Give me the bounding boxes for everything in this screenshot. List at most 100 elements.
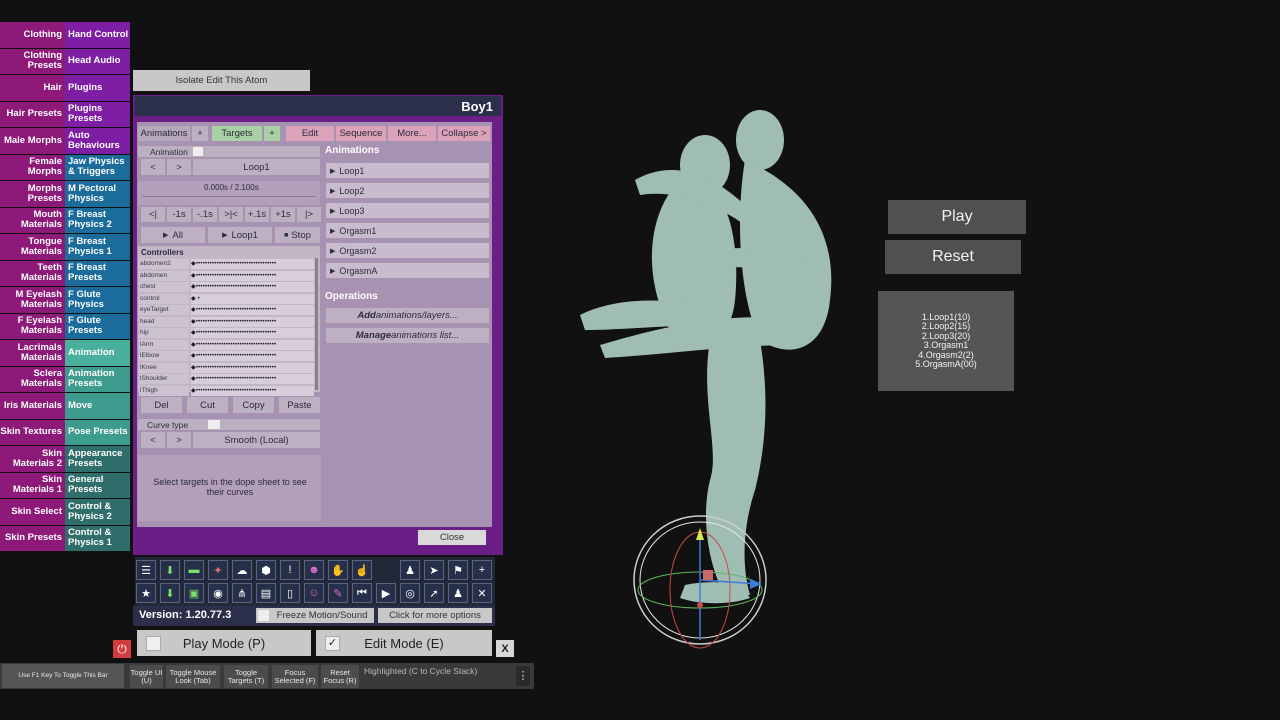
animation-list-item[interactable]: ▶ Loop2 xyxy=(326,183,489,198)
transport-button[interactable]: >|< xyxy=(219,207,243,222)
tab-right-item[interactable]: Jaw Physics & Triggers xyxy=(65,154,130,180)
person-add-icon[interactable]: ☻ xyxy=(304,560,324,580)
tab-left-item[interactable]: Skin Textures xyxy=(0,419,65,445)
tab-left-item[interactable]: Lacrimals Materials xyxy=(0,340,65,366)
transport-button[interactable]: -.1s xyxy=(193,207,217,222)
bar-menu-button[interactable]: ⋮ xyxy=(516,666,530,686)
add-animations-button[interactable]: Add animations/layers... xyxy=(326,308,489,323)
tab-edit[interactable]: Edit xyxy=(286,126,334,141)
animation-list-item[interactable]: ▶ OrgasmA xyxy=(326,263,489,278)
play-icon[interactable]: ▶ xyxy=(376,583,396,603)
edit-button-paste[interactable]: Paste xyxy=(279,397,320,413)
scene-icon[interactable]: ✦ xyxy=(208,560,228,580)
toggle-ui-button[interactable]: Toggle UI (U) xyxy=(130,665,163,688)
more-options-button[interactable]: Click for more options xyxy=(378,608,492,623)
tab-left-item[interactable]: Tongue Materials xyxy=(0,234,65,260)
tab-left-item[interactable]: Skin Materials 1 xyxy=(0,472,65,498)
save-icon[interactable]: ⬇ xyxy=(160,560,180,580)
tab-right-item[interactable]: Auto Behaviours xyxy=(65,128,130,154)
play-loop-button[interactable]: ▶ Loop1 xyxy=(208,227,272,243)
animation-list-item[interactable]: ▶ Loop1 xyxy=(326,163,489,178)
target-icon[interactable]: ◎ xyxy=(400,583,420,603)
tab-right-item[interactable]: Move xyxy=(65,393,130,419)
scene-play-button[interactable]: Play xyxy=(888,200,1026,234)
hand-icon[interactable]: ✋ xyxy=(328,560,348,580)
folder-icon[interactable]: ▬ xyxy=(184,560,204,580)
keyframes[interactable]: ◆••••••••••••••••••••••••••••••••••• xyxy=(191,385,314,396)
animation-list-item[interactable]: ▶ Orgasm1 xyxy=(326,223,489,238)
tab-right-item[interactable]: F Glute Presets xyxy=(65,313,130,339)
cloud-icon[interactable]: ☁ xyxy=(232,560,252,580)
skip-back-icon[interactable]: ⏮ xyxy=(352,583,372,603)
isolate-edit-button[interactable]: Isolate Edit This Atom xyxy=(133,70,310,91)
send-icon[interactable]: ➤ xyxy=(424,560,444,580)
tab-right-item[interactable]: F Breast Physics 2 xyxy=(65,207,130,233)
tab-add-target[interactable]: + xyxy=(264,126,280,141)
document-icon[interactable]: ▯ xyxy=(280,583,300,603)
tab-right-item[interactable]: General Presets xyxy=(65,472,130,498)
current-animation-select[interactable]: Loop1 xyxy=(193,159,320,175)
tab-left-item[interactable]: Iris Materials xyxy=(0,393,65,419)
controller-row[interactable]: lElbow ◆•••••••••••••••••••••••••••••••••… xyxy=(139,351,317,362)
tab-animations[interactable]: Animations xyxy=(138,126,190,141)
power-button[interactable]: ⏻ xyxy=(113,640,131,658)
keyframes[interactable]: ◆••••••••••••••••••••••••••••••••••• xyxy=(191,259,314,269)
person-icon[interactable]: ♟ xyxy=(400,560,420,580)
play-all-button[interactable]: ▶ All xyxy=(141,227,205,243)
next-curve-button[interactable]: > xyxy=(167,432,191,448)
package-icon[interactable]: ⬢ xyxy=(256,560,276,580)
camera-icon[interactable]: ◉ xyxy=(208,583,228,603)
controller-row[interactable]: lShoulder ◆••••••••••••••••••••••••••••••… xyxy=(139,374,317,385)
controller-row[interactable]: lThigh ◆•••••••••••••••••••••••••••••••••… xyxy=(139,385,317,397)
controller-row[interactable]: control ◆ • xyxy=(139,293,317,305)
tab-targets[interactable]: Targets xyxy=(212,126,262,141)
box-icon[interactable]: ▤ xyxy=(256,583,276,603)
tab-right-item[interactable]: Hand Control xyxy=(65,22,130,48)
tab-right-item[interactable]: Pose Presets xyxy=(65,419,130,445)
controller-row[interactable]: hip ◆••••••••••••••••••••••••••••••••••• xyxy=(139,328,317,339)
slider-handle[interactable] xyxy=(193,147,203,156)
keyframes[interactable]: ◆••••••••••••••••••••••••••••••••••• xyxy=(191,282,314,292)
toggle-targets-button[interactable]: Toggle Targets (T) xyxy=(224,665,268,688)
keyframes[interactable]: ◆••••••••••••••••••••••••••••••••••• xyxy=(191,374,314,384)
edit-button-cut[interactable]: Cut xyxy=(187,397,228,413)
transport-button[interactable]: +.1s xyxy=(245,207,269,222)
person-edit-icon[interactable]: ☺ xyxy=(304,583,324,603)
keyframes[interactable]: ◆••••••••••••••••••••••••••••••••••• xyxy=(191,339,314,350)
tab-left-item[interactable]: Clothing Presets xyxy=(0,48,65,74)
manage-animations-button[interactable]: Manage animations list... xyxy=(326,328,489,343)
focus-selected-button[interactable]: Focus Selected (F) xyxy=(272,665,318,688)
edit-button-copy[interactable]: Copy xyxy=(233,397,274,413)
close-ui-button[interactable]: X xyxy=(496,640,514,657)
transport-button[interactable]: +1s xyxy=(271,207,295,222)
tab-right-item[interactable]: Plugins xyxy=(65,75,130,101)
dope-sheet-scrollbar[interactable] xyxy=(315,258,318,390)
plus-icon[interactable]: + xyxy=(472,560,492,580)
tools-icon[interactable]: ✕ xyxy=(472,583,492,603)
tab-right-item[interactable]: Control & Physics 2 xyxy=(65,499,130,525)
tab-left-item[interactable]: Hair xyxy=(0,75,65,101)
transport-button[interactable]: <| xyxy=(141,207,165,222)
alert-icon[interactable]: ! xyxy=(280,560,300,580)
tab-left-item[interactable]: F Eyelash Materials xyxy=(0,313,65,339)
people-icon[interactable]: ♟ xyxy=(448,583,468,603)
reset-focus-button[interactable]: Reset Focus (R) xyxy=(321,665,359,688)
slider-handle[interactable] xyxy=(208,420,220,429)
tab-left-item[interactable]: Clothing xyxy=(0,22,65,48)
tab-left-item[interactable]: Skin Materials 2 xyxy=(0,446,65,472)
toggle-mouse-look-button[interactable]: Toggle Mouse Look (Tab) xyxy=(166,665,220,688)
tab-more[interactable]: More... xyxy=(388,126,436,141)
controller-row[interactable]: abdomen2 ◆•••••••••••••••••••••••••••••••… xyxy=(139,259,317,270)
controller-row[interactable]: abdomen ◆••••••••••••••••••••••••••••••••… xyxy=(139,270,317,282)
keyframes[interactable]: ◆••••••••••••••••••••••••••••••••••• xyxy=(191,328,314,338)
save-alt-icon[interactable]: ⬇ xyxy=(160,583,180,603)
controller-row[interactable]: chest ◆••••••••••••••••••••••••••••••••••… xyxy=(139,282,317,293)
checkbox[interactable] xyxy=(146,636,161,651)
tab-left-item[interactable]: Teeth Materials xyxy=(0,260,65,286)
controller-row[interactable]: lKnee ◆••••••••••••••••••••••••••••••••••… xyxy=(139,362,317,374)
tab-collapse[interactable]: Collapse > xyxy=(438,126,490,141)
animation-list-item[interactable]: ▶ Loop3 xyxy=(326,203,489,218)
flag-icon[interactable]: ⚑ xyxy=(448,560,468,580)
tab-left-item[interactable]: Hair Presets xyxy=(0,101,65,127)
tab-left-item[interactable]: M Eyelash Materials xyxy=(0,287,65,313)
